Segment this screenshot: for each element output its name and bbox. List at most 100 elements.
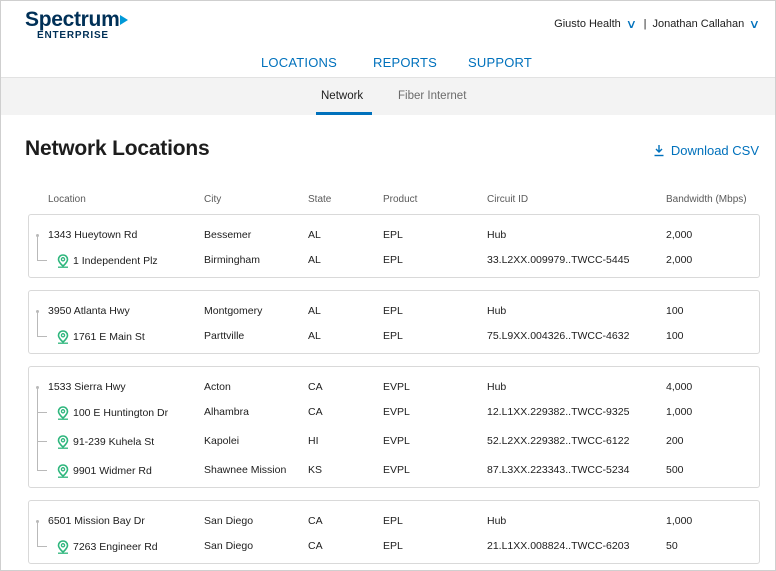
bandwidth: 100 bbox=[666, 330, 684, 342]
table-row[interactable]: 6501 Mission Bay Dr San Diego CA EPL Hub… bbox=[29, 509, 759, 534]
state: CA bbox=[308, 540, 323, 552]
location-label: 1761 E Main St bbox=[73, 331, 145, 343]
bandwidth: 2,000 bbox=[666, 254, 693, 266]
child-location[interactable]: 100 E Huntington Dr bbox=[57, 406, 168, 420]
user-menu[interactable]: Jonathan Callahan bbox=[652, 18, 744, 30]
bandwidth: 1,000 bbox=[666, 406, 693, 418]
bandwidth: 100 bbox=[666, 305, 684, 317]
org-selector[interactable]: Giusto Health bbox=[554, 18, 621, 30]
col-product[interactable]: Product bbox=[383, 194, 417, 205]
table-row[interactable]: 1343 Hueytown Rd Bessemer AL EPL Hub 2,0… bbox=[29, 223, 759, 248]
city: Acton bbox=[204, 381, 231, 393]
location-label: 100 E Huntington Dr bbox=[73, 407, 169, 419]
tab-network[interactable]: Network bbox=[321, 90, 363, 102]
state: CA bbox=[308, 381, 323, 393]
city: San Diego bbox=[204, 540, 254, 552]
location-group: 3950 Atlanta Hwy Montgomery AL EPL Hub 1… bbox=[28, 290, 760, 354]
logo-sub: ENTERPRISE bbox=[37, 30, 109, 41]
map-pin-icon bbox=[57, 464, 69, 478]
city: Bessemer bbox=[204, 229, 252, 241]
product: EVPL bbox=[383, 464, 410, 476]
product: EPL bbox=[383, 540, 403, 552]
nav-support[interactable]: SUPPORT bbox=[468, 55, 532, 70]
table-row[interactable]: 100 E Huntington Dr Alhambra CA EVPL 12.… bbox=[29, 400, 759, 425]
table-row[interactable]: 1761 E Main St Parttville AL EPL 75.L9XX… bbox=[29, 324, 759, 349]
child-location[interactable]: 1 Independent Plz bbox=[57, 254, 158, 268]
circuit-id: Hub bbox=[487, 229, 507, 241]
circuit-id: 52.L2XX.229382..TWCC-6122 bbox=[487, 435, 630, 447]
bandwidth: 500 bbox=[666, 464, 684, 476]
child-location[interactable]: 1761 E Main St bbox=[57, 330, 145, 344]
product: EVPL bbox=[383, 406, 410, 418]
child-location[interactable]: 9901 Widmer Rd bbox=[57, 464, 152, 478]
col-circuit-id[interactable]: Circuit ID bbox=[487, 194, 528, 205]
hub-location[interactable]: 1533 Sierra Hwy bbox=[48, 381, 126, 393]
city: Montgomery bbox=[204, 305, 263, 317]
sub-nav: Network Fiber Internet bbox=[1, 77, 775, 115]
table-row[interactable]: 9901 Widmer Rd Shawnee Mission KS EVPL 8… bbox=[29, 458, 759, 483]
product: EPL bbox=[383, 229, 403, 241]
col-location[interactable]: Location bbox=[48, 194, 86, 205]
account-separator: | bbox=[643, 18, 647, 30]
map-pin-icon bbox=[57, 406, 69, 420]
main-nav: LOCATIONS REPORTS SUPPORT bbox=[1, 49, 775, 77]
child-location[interactable]: 91-239 Kuhela St bbox=[57, 435, 154, 449]
location-label: 9901 Widmer Rd bbox=[73, 465, 152, 477]
map-pin-icon bbox=[57, 330, 69, 344]
bandwidth: 50 bbox=[666, 540, 678, 552]
state: AL bbox=[308, 330, 321, 342]
nav-reports[interactable]: REPORTS bbox=[373, 55, 437, 70]
nav-locations[interactable]: LOCATIONS bbox=[261, 55, 337, 70]
state: KS bbox=[308, 464, 323, 476]
tab-fiber-internet[interactable]: Fiber Internet bbox=[398, 90, 466, 102]
child-location[interactable]: 7263 Engineer Rd bbox=[57, 540, 158, 554]
download-csv-button[interactable]: Download CSV bbox=[653, 143, 759, 158]
logo-brand: Spectrum bbox=[25, 8, 120, 31]
table-row[interactable]: 3950 Atlanta Hwy Montgomery AL EPL Hub 1… bbox=[29, 299, 759, 324]
col-bandwidth[interactable]: Bandwidth (Mbps) bbox=[666, 194, 747, 205]
map-pin-icon bbox=[57, 540, 69, 554]
hub-location[interactable]: 3950 Atlanta Hwy bbox=[48, 305, 130, 317]
product: EPL bbox=[383, 305, 403, 317]
city: San Diego bbox=[204, 515, 254, 527]
bandwidth: 1,000 bbox=[666, 515, 693, 527]
bandwidth: 2,000 bbox=[666, 229, 693, 241]
circuit-id: 75.L9XX.004326..TWCC-4632 bbox=[487, 330, 630, 342]
city: Alhambra bbox=[204, 406, 249, 418]
col-state[interactable]: State bbox=[308, 194, 331, 205]
state: CA bbox=[308, 515, 323, 527]
hub-location[interactable]: 1343 Hueytown Rd bbox=[48, 229, 137, 241]
chevron-down-icon[interactable]: ∨ bbox=[749, 17, 760, 31]
bandwidth: 200 bbox=[666, 435, 684, 447]
state: AL bbox=[308, 254, 321, 266]
location-label: 91-239 Kuhela St bbox=[73, 436, 155, 448]
state: CA bbox=[308, 406, 323, 418]
col-city[interactable]: City bbox=[204, 194, 221, 205]
location-group: 6501 Mission Bay Dr San Diego CA EPL Hub… bbox=[28, 500, 760, 564]
circuit-id: 87.L3XX.223343..TWCC-5234 bbox=[487, 464, 630, 476]
download-csv-label: Download CSV bbox=[670, 143, 759, 158]
location-group: 1343 Hueytown Rd Bessemer AL EPL Hub 2,0… bbox=[28, 214, 760, 278]
table-row[interactable]: 1533 Sierra Hwy Acton CA EVPL Hub 4,000 bbox=[29, 375, 759, 400]
chevron-down-icon[interactable]: ∨ bbox=[625, 17, 636, 31]
active-tab-indicator bbox=[316, 112, 372, 115]
hub-location[interactable]: 6501 Mission Bay Dr bbox=[48, 515, 145, 527]
product: EPL bbox=[383, 330, 403, 342]
location-label: 7263 Engineer Rd bbox=[73, 541, 158, 553]
city: Shawnee Mission bbox=[204, 464, 287, 476]
city: Parttville bbox=[204, 330, 245, 342]
table-row[interactable]: 1 Independent Plz Birmingham AL EPL 33.L… bbox=[29, 248, 759, 273]
circuit-id: 12.L1XX.229382..TWCC-9325 bbox=[487, 406, 630, 418]
bandwidth: 4,000 bbox=[666, 381, 693, 393]
table-row[interactable]: 7263 Engineer Rd San Diego CA EPL 21.L1X… bbox=[29, 534, 759, 559]
product: EVPL bbox=[383, 435, 410, 447]
top-bar: Spectrum ENTERPRISE Giusto Health ∨ | Jo… bbox=[1, 1, 775, 49]
state: AL bbox=[308, 305, 321, 317]
location-group: 1533 Sierra Hwy Acton CA EVPL Hub 4,000 … bbox=[28, 366, 760, 488]
location-label: 1 Independent Plz bbox=[73, 255, 158, 267]
circuit-id: Hub bbox=[487, 381, 507, 393]
city: Birmingham bbox=[204, 254, 261, 266]
spectrum-enterprise-logo[interactable]: Spectrum ENTERPRISE bbox=[25, 8, 129, 41]
table-row[interactable]: 91-239 Kuhela St Kapolei HI EVPL 52.L2XX… bbox=[29, 429, 759, 454]
account-menu: Giusto Health ∨ | Jonathan Callahan ∨ bbox=[554, 17, 760, 31]
